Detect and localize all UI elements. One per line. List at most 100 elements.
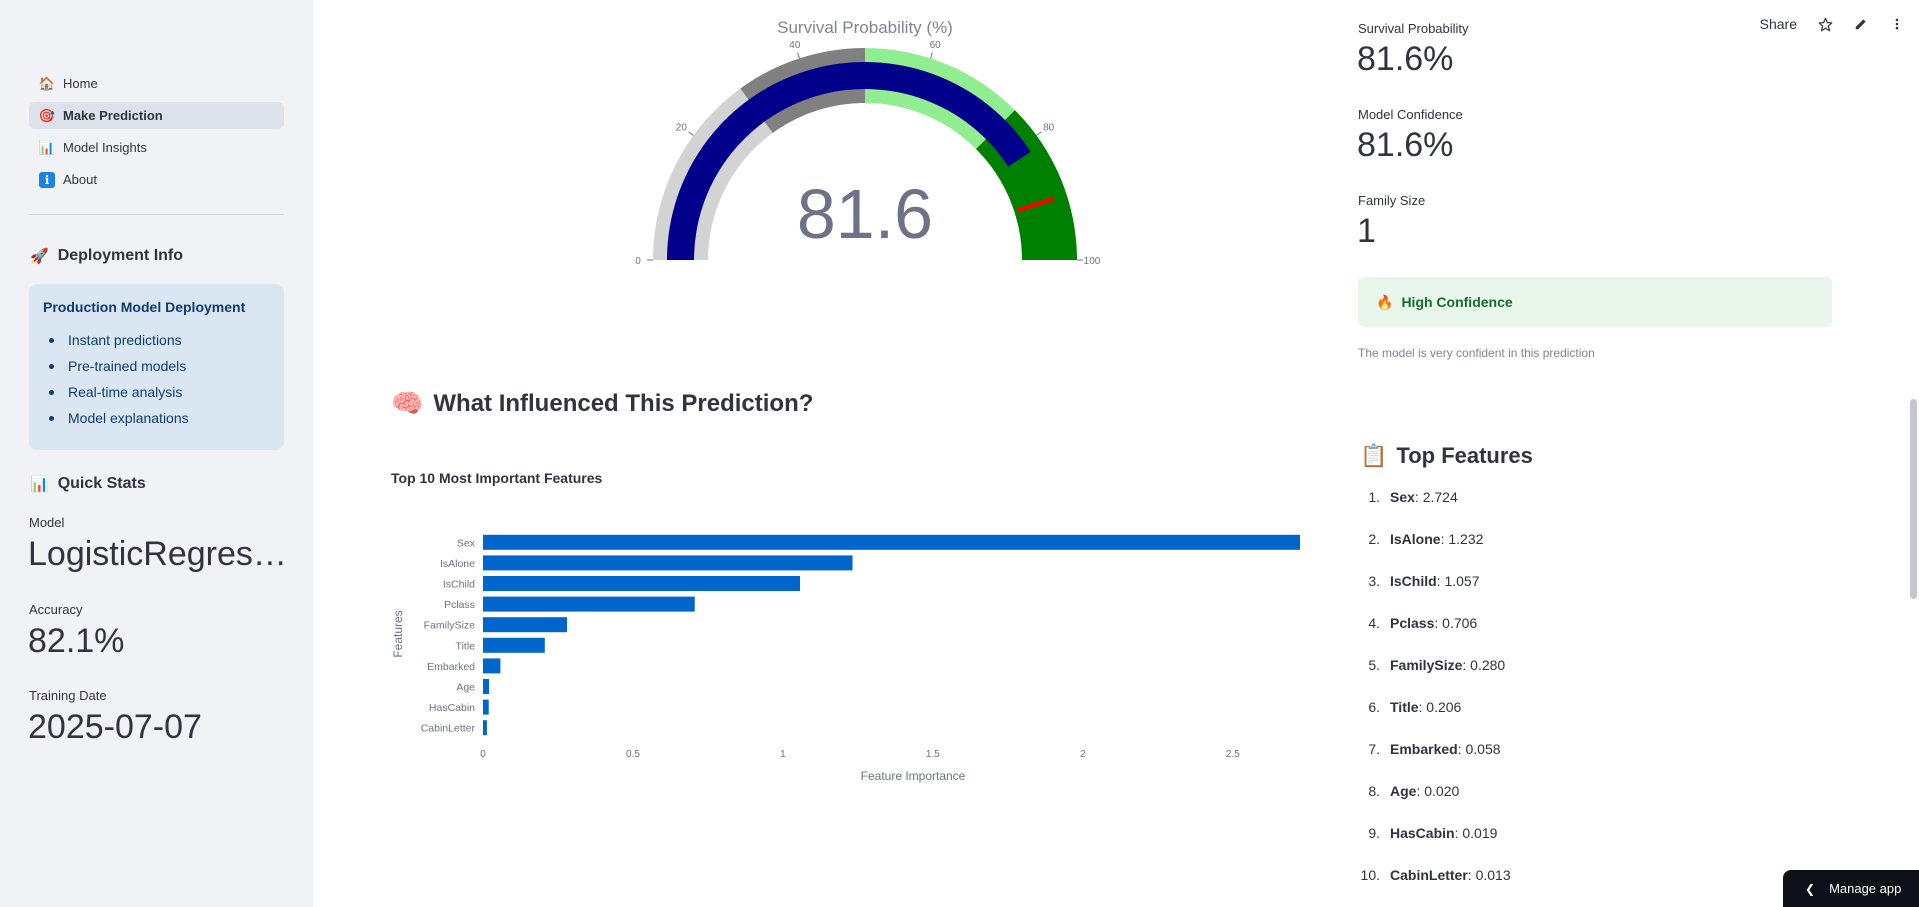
- model-confidence-label: Model Confidence: [1358, 107, 1463, 122]
- top-features-title: Top Features: [1396, 443, 1533, 468]
- nav-label: Home: [63, 76, 98, 91]
- chart-x-axis-label: Feature Importance: [861, 769, 966, 783]
- feature-name: FamilySize: [1390, 657, 1463, 673]
- accuracy-value: 82.1%: [28, 622, 125, 660]
- nav-item-make-prediction[interactable]: 🎯 Make Prediction: [29, 102, 284, 129]
- section-title: 🧠 What Influenced This Prediction?: [391, 388, 813, 419]
- nav-item-about[interactable]: ℹ About: [29, 166, 284, 193]
- chart-y-tick-label: IsChild: [443, 579, 475, 591]
- chart-bar[interactable]: [483, 699, 489, 715]
- family-size-label: Family Size: [1358, 193, 1426, 208]
- list-item: Real-time analysis: [43, 379, 270, 405]
- feature-rank: 9.: [1368, 825, 1380, 841]
- feature-name: CabinLetter: [1390, 867, 1468, 883]
- feature-rank: 2.: [1368, 531, 1380, 547]
- rocket-icon: 🚀: [30, 248, 49, 265]
- feature-value: : 2.724: [1414, 489, 1458, 505]
- feature-name: Sex: [1390, 489, 1415, 505]
- chart-x-tick-label: 0.5: [626, 749, 640, 760]
- chart-y-axis-label: Features: [391, 610, 405, 657]
- chart-x-tick-labels: 0 0.5 1 1.5 2 2.5: [480, 749, 1240, 760]
- survival-probability-value: 81.6%: [1357, 40, 1454, 78]
- chart-bar[interactable]: [483, 679, 489, 694]
- info-box-title: Production Model Deployment: [43, 299, 246, 315]
- chart-y-tick-label: HasCabin: [429, 702, 475, 714]
- quick-stats-heading: 📊 Quick Stats: [30, 475, 146, 493]
- info-box-list: Instant predictions Pre-trained models R…: [43, 327, 270, 431]
- list-item: 10. CabinLetter: 0.013: [1355, 867, 1655, 907]
- list-item: 9. HasCabin: 0.019: [1355, 825, 1655, 867]
- chart-y-tick-label: Embarked: [427, 661, 475, 673]
- pencil-icon[interactable]: [1853, 16, 1869, 32]
- feature-value: : 0.706: [1434, 615, 1478, 631]
- feature-rank: 10.: [1360, 867, 1380, 883]
- share-button[interactable]: Share: [1760, 16, 1797, 32]
- list-item: 1. Sex: 2.724: [1355, 489, 1655, 531]
- chart-bar[interactable]: [483, 576, 801, 591]
- list-item: 5. FamilySize: 0.280: [1355, 657, 1655, 699]
- chart-x-tick-label: 2: [1080, 749, 1086, 760]
- chart-bar[interactable]: [483, 617, 567, 633]
- sidebar-divider: [29, 214, 284, 215]
- gauge-tick: [930, 52, 933, 59]
- brain-icon: 🧠: [391, 388, 424, 418]
- chart-bar[interactable]: [483, 720, 487, 736]
- chart-bar[interactable]: [483, 555, 853, 571]
- list-item: Model explanations: [43, 405, 270, 431]
- gauge-tick-label: 40: [789, 40, 801, 51]
- feature-value: : 0.206: [1418, 699, 1462, 715]
- target-icon: 🎯: [38, 107, 56, 123]
- feature-name: IsAlone: [1390, 531, 1441, 547]
- list-item: 8. Age: 0.020: [1355, 783, 1655, 825]
- gauge-tick-label: 0: [635, 256, 641, 267]
- family-size-value: 1: [1357, 212, 1376, 250]
- app-toolbar: Share: [1760, 16, 1905, 32]
- nav-item-home[interactable]: 🏠 Home: [29, 70, 284, 97]
- feature-rank: 7.: [1368, 741, 1380, 757]
- model-label: Model: [29, 515, 65, 530]
- chart-bar[interactable]: [483, 658, 501, 674]
- chart-x-tick-label: 1: [780, 749, 786, 760]
- survival-probability-label: Survival Probability: [1358, 21, 1469, 36]
- star-icon[interactable]: [1817, 16, 1833, 32]
- list-item: 6. Title: 0.206: [1355, 699, 1655, 741]
- feature-value: : 0.058: [1457, 741, 1501, 757]
- gauge-tick-label: 20: [676, 123, 688, 134]
- feature-importance-chart: Top 10 Most Important Features Sex IsAlon…: [391, 470, 1300, 783]
- bar-chart-icon: 📊: [30, 476, 49, 493]
- confidence-badge: 🔥 High Confidence: [1358, 277, 1832, 327]
- manage-app-button[interactable]: ❮ Manage app: [1783, 870, 1919, 907]
- chart-bars: [483, 534, 1300, 736]
- feature-rank: 5.: [1368, 657, 1380, 673]
- feature-value: : 0.013: [1467, 867, 1511, 883]
- chart-y-tick-labels: Sex IsAlone IsChild Pclass FamilySize Title Em…: [421, 537, 476, 734]
- list-item: 2. IsAlone: 1.232: [1355, 531, 1655, 573]
- training-date-value: 2025-07-07: [28, 708, 202, 746]
- feature-rank: 8.: [1368, 783, 1380, 799]
- feature-rank: 4.: [1368, 615, 1380, 631]
- feature-value: : 0.280: [1462, 657, 1506, 673]
- fire-icon: 🔥: [1376, 293, 1394, 310]
- chart-y-tick-label: Pclass: [444, 599, 475, 611]
- chart-y-tick-label: FamilySize: [424, 620, 476, 632]
- top-features-heading: 📋 Top Features: [1360, 443, 1533, 469]
- top-features-list: 1. Sex: 2.724 2. IsAlone: 1.232 3. IsChild: 1…: [1355, 489, 1655, 907]
- gauge-tick: [688, 131, 694, 136]
- chart-y-tick-label: CabinLetter: [421, 723, 476, 735]
- deployment-info-box: Production Model Deployment Instant pred…: [29, 284, 284, 450]
- feature-name: Age: [1390, 783, 1417, 799]
- list-item: 4. Pclass: 0.706: [1355, 615, 1655, 657]
- nav-label: Model Insights: [63, 140, 147, 155]
- chart-bar[interactable]: [483, 534, 1300, 550]
- chart-bar[interactable]: [483, 596, 695, 612]
- nav-item-model-insights[interactable]: 📊 Model Insights: [29, 134, 284, 161]
- chart-x-tick-label: 1.5: [926, 749, 940, 760]
- chart-bar[interactable]: [483, 637, 545, 653]
- more-vertical-icon[interactable]: [1889, 16, 1905, 32]
- chevron-left-icon: ❮: [1805, 881, 1816, 896]
- confidence-caption: The model is very confident in this pred…: [1358, 346, 1595, 360]
- feature-name: IsChild: [1390, 573, 1437, 589]
- gauge-title: Survival Probability (%): [777, 18, 953, 37]
- feature-rank: 1.: [1368, 489, 1380, 505]
- scrollbar-thumb[interactable]: [1910, 399, 1917, 599]
